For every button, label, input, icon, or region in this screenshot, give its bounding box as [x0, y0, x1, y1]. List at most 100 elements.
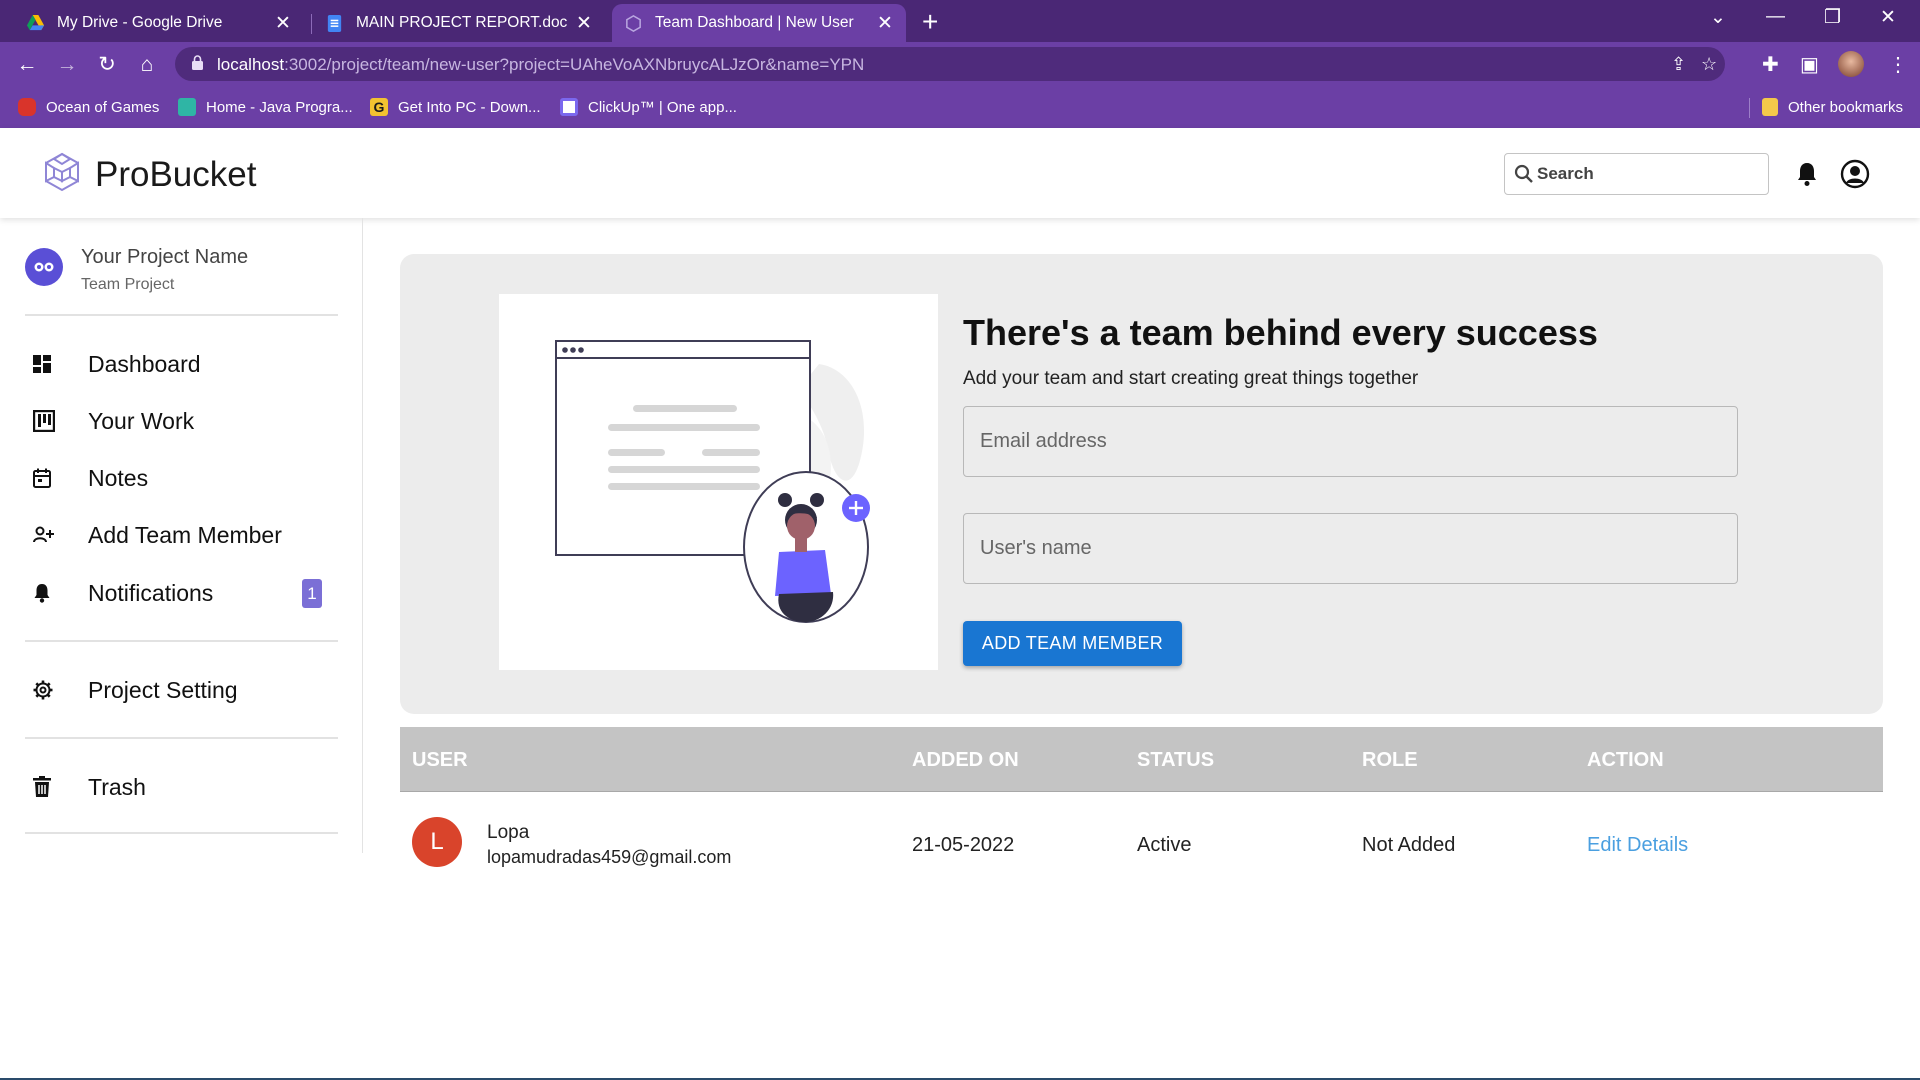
tab-title: My Drive - Google Drive: [57, 14, 223, 31]
column-header-role: ROLE: [1362, 749, 1418, 771]
headline: There's a team behind every success: [963, 312, 1598, 353]
browser-toolbar: ← → ↻ ⌂ localhost:3002/project/team/new-…: [0, 42, 1920, 88]
sidebar-item-label: Trash: [88, 773, 146, 800]
close-tab-icon[interactable]: ✕: [575, 12, 593, 35]
trash-icon: [25, 775, 65, 799]
sidebar-item-project-setting[interactable]: Project Setting: [25, 670, 338, 710]
other-bookmarks[interactable]: Other bookmarks: [1762, 98, 1903, 116]
role-cell: Not Added: [1362, 834, 1456, 856]
minimize-icon[interactable]: —: [1766, 6, 1785, 28]
bookmark-star-icon[interactable]: ☆: [1701, 54, 1717, 75]
search-icon: [1514, 164, 1533, 183]
back-icon[interactable]: ←: [12, 50, 42, 80]
tab-project-report[interactable]: MAIN PROJECT REPORT.docx - Goo ✕: [313, 4, 605, 42]
probucket-logo-icon[interactable]: [42, 151, 82, 193]
sidebar-item-dashboard[interactable]: Dashboard: [25, 344, 338, 384]
profile-avatar[interactable]: [1838, 51, 1864, 77]
sidebar-item-label: Notifications: [88, 579, 214, 606]
email-field[interactable]: [963, 406, 1738, 477]
forward-icon[interactable]: →: [52, 50, 82, 80]
sidebar-item-label: Your Work: [88, 407, 195, 434]
sidebar-item-notifications[interactable]: Notifications: [25, 573, 338, 613]
account-circle-icon[interactable]: [1840, 159, 1870, 189]
bookmark-separator: [1749, 98, 1750, 118]
project-avatar-icon: [34, 262, 54, 272]
sidebar-item-add-team-member[interactable]: Add Team Member: [25, 515, 338, 555]
probucket-favicon-icon: [626, 14, 641, 32]
edit-details-link[interactable]: Edit Details: [1587, 834, 1688, 857]
google-drive-icon: [26, 14, 45, 30]
sidebar-item-label: Add Team Member: [88, 521, 282, 548]
bookmark-java-programs[interactable]: Home - Java Progra...: [178, 98, 353, 116]
address-bar[interactable]: localhost:3002/project/team/new-user?pro…: [175, 47, 1725, 81]
tab-title: MAIN PROJECT REPORT.docx - Goo: [356, 14, 567, 31]
tab-separator: [311, 14, 312, 34]
lock-icon: [192, 55, 203, 70]
email-input[interactable]: [964, 407, 1737, 476]
other-bookmarks-label: Other bookmarks: [1788, 98, 1904, 116]
getintopc-icon: G: [370, 98, 388, 116]
reload-icon[interactable]: ↻: [92, 50, 122, 80]
sidebar-divider: [25, 314, 338, 316]
add-member-card: There's a team behind every success Add …: [400, 254, 1883, 714]
sidebar-item-your-work[interactable]: Your Work: [25, 401, 338, 441]
bookmark-clickup[interactable]: ClickUp™ | One app...: [560, 98, 737, 116]
clickup-icon: [560, 98, 578, 116]
side-panel-icon[interactable]: ▣: [1800, 52, 1819, 77]
close-tab-icon[interactable]: ✕: [274, 12, 292, 35]
url-host: localhost: [217, 55, 285, 74]
column-header-action: ACTION: [1587, 749, 1664, 771]
column-header-added-on: ADDED ON: [912, 749, 1019, 771]
user-name: Lopa: [487, 822, 530, 843]
add-team-member-button[interactable]: ADD TEAM MEMBER: [963, 621, 1182, 666]
bookmark-label: Get Into PC - Down...: [398, 98, 541, 116]
sidebar-item-trash[interactable]: Trash: [25, 767, 338, 807]
brand-name[interactable]: ProBucket: [95, 155, 256, 195]
dashboard-icon: [25, 352, 65, 376]
menu-kebab-icon[interactable]: ⋮: [1888, 52, 1908, 77]
sidebar-divider: [25, 737, 338, 739]
notification-count-badge: 1: [302, 579, 322, 608]
restore-icon[interactable]: ❐: [1824, 6, 1841, 29]
tab-google-drive[interactable]: My Drive - Google Drive ✕: [14, 4, 304, 42]
home-icon[interactable]: ⌂: [132, 50, 162, 80]
subheadline: Add your team and start creating great t…: [963, 368, 1419, 389]
share-icon[interactable]: ⇪: [1671, 54, 1686, 75]
sidebar-item-label: Project Setting: [88, 676, 238, 703]
extensions-icon[interactable]: ✚: [1762, 52, 1779, 77]
bell-icon: [25, 581, 65, 605]
sidebar-item-label: Dashboard: [88, 350, 201, 377]
column-header-user: USER: [412, 749, 468, 771]
gamepad-icon: [18, 98, 36, 116]
folder-icon: [1762, 98, 1778, 116]
bookmark-label: ClickUp™ | One app...: [588, 98, 737, 116]
close-tab-icon[interactable]: ✕: [876, 12, 894, 35]
new-tab-icon[interactable]: +: [922, 6, 938, 38]
tab-search-chevron-icon[interactable]: ⌄: [1710, 6, 1726, 29]
gear-icon: [25, 678, 65, 702]
project-type: Team Project: [81, 276, 175, 293]
bookmark-label: Home - Java Progra...: [206, 98, 353, 116]
sidebar-item-notes[interactable]: Notes: [25, 458, 338, 498]
tab-title: Team Dashboard | New User: [655, 14, 854, 31]
user-avatar: L: [412, 817, 462, 867]
table-header: USER ADDED ON STATUS ROLE ACTION: [400, 727, 1883, 792]
tab-team-dashboard[interactable]: Team Dashboard | New User ✕: [612, 4, 906, 42]
bookmarks-bar: Ocean of Games Home - Java Progra... G G…: [0, 88, 1920, 128]
user-email: lopamudradas459@gmail.com: [487, 847, 732, 867]
sidebar-item-label: Notes: [88, 464, 149, 491]
java-site-icon: [178, 98, 196, 116]
bookmark-get-into-pc[interactable]: G Get Into PC - Down...: [370, 98, 541, 116]
close-window-icon[interactable]: ✕: [1880, 6, 1896, 29]
url-path: :3002/project/team/new-user?project=UAhe…: [284, 55, 865, 74]
sidebar: Your Project Name Team Project Dashboard…: [0, 218, 363, 853]
person-add-icon: [25, 523, 65, 547]
notification-bell-icon[interactable]: [1795, 160, 1819, 188]
search-input[interactable]: [1537, 158, 1759, 190]
username-input[interactable]: [964, 514, 1737, 583]
username-field[interactable]: [963, 513, 1738, 584]
search-box[interactable]: [1504, 153, 1769, 195]
url-text: localhost:3002/project/team/new-user?pro…: [217, 55, 864, 75]
column-header-status: STATUS: [1137, 749, 1215, 771]
bookmark-ocean-of-games[interactable]: Ocean of Games: [18, 98, 159, 116]
